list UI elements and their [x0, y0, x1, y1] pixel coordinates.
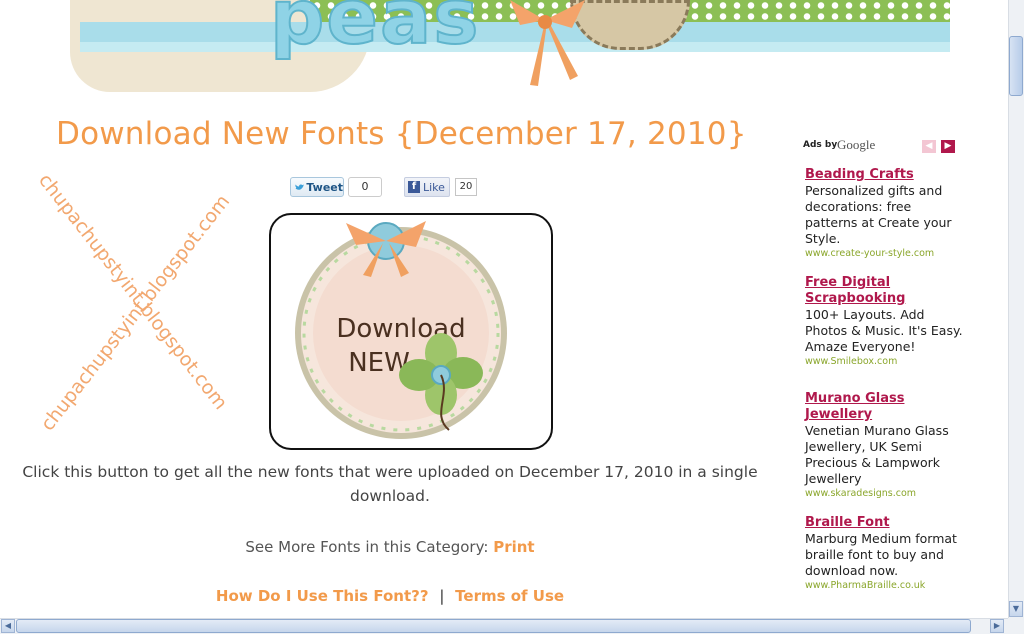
download-new-button[interactable]: Download NEW — [269, 213, 553, 450]
ad-title-link[interactable]: Free Digital Scrapbooking — [805, 275, 965, 307]
scroll-right-arrow-icon[interactable]: ▶ — [990, 619, 1004, 633]
ad-description: Marburg Medium format braille font to bu… — [805, 531, 957, 578]
ad-description: 100+ Layouts. Add Photos & Music. It's E… — [805, 307, 963, 354]
ad-item: Braille Font Marburg Medium format brail… — [805, 515, 965, 593]
ad-next-arrow-icon[interactable]: ▶ — [941, 140, 955, 153]
post-title: Download New Fonts {December 17, 2010} — [56, 116, 747, 152]
category-link-print[interactable]: Print — [493, 538, 534, 556]
scroll-left-arrow-icon[interactable]: ◀ — [1, 619, 15, 633]
scroll-down-arrow-icon[interactable]: ▼ — [1009, 601, 1023, 617]
header-banner[interactable]: peas — [70, 0, 950, 95]
like-label: Like — [423, 180, 445, 194]
google-logo[interactable]: Google — [837, 137, 875, 153]
ad-description: Venetian Murano Glass Jewellery, UK Semi… — [805, 423, 949, 486]
vertical-scrollbar-thumb[interactable] — [1009, 36, 1023, 96]
more-fonts-row: See More Fonts in this Category: Print — [20, 538, 760, 556]
ads-by-label[interactable]: Ads by — [803, 140, 837, 150]
banner-bow-icon — [510, 0, 585, 86]
download-badge-graphic: Download NEW — [295, 221, 507, 439]
link-separator: | — [439, 587, 445, 605]
watermark-text-1: chupachupstyint.blogspot.com — [34, 170, 232, 414]
ad-item: Beading Crafts Personalized gifts and de… — [805, 167, 965, 261]
banner-logo-text: peas — [269, 0, 481, 62]
ad-description: Personalized gifts and decorations: free… — [805, 183, 952, 246]
facebook-like-button[interactable]: f Like — [404, 177, 450, 197]
like-count: 20 — [455, 178, 477, 196]
more-fonts-label: See More Fonts in this Category: — [245, 538, 489, 556]
ads-header: Ads by Google ◀ ▶ — [803, 137, 958, 155]
post-body-text: Click this button to get all the new fon… — [22, 463, 758, 505]
ad-prev-arrow-icon[interactable]: ◀ — [922, 140, 936, 153]
how-to-use-font-link[interactable]: How Do I Use This Font?? — [216, 587, 429, 605]
tweet-label: Tweet — [306, 180, 343, 194]
scrollbar-corner — [1008, 618, 1024, 634]
tweet-button[interactable]: Tweet — [290, 177, 344, 197]
horizontal-scrollbar-thumb[interactable] — [16, 619, 971, 633]
ad-title-link[interactable]: Beading Crafts — [805, 167, 965, 183]
ad-title-link[interactable]: Murano Glass Jewellery — [805, 391, 965, 423]
twitter-bird-icon — [295, 183, 304, 190]
ad-url[interactable]: www.PharmaBraille.co.uk — [805, 579, 965, 593]
facebook-icon: f — [408, 181, 420, 193]
ad-url[interactable]: www.skaradesigns.com — [805, 487, 965, 501]
tweet-count: 0 — [348, 177, 382, 197]
ad-item: Free Digital Scrapbooking 100+ Layouts. … — [805, 275, 965, 369]
ad-title-link[interactable]: Braille Font — [805, 515, 965, 531]
ad-item: Murano Glass Jewellery Venetian Murano G… — [805, 391, 965, 501]
blog-watermark: chupachupstyint.blogspot.com chupachupst… — [34, 170, 234, 435]
help-links-row: How Do I Use This Font?? | Terms of Use — [20, 587, 760, 605]
terms-of-use-link[interactable]: Terms of Use — [455, 587, 564, 605]
ad-url[interactable]: www.create-your-style.com — [805, 247, 965, 261]
ad-url[interactable]: www.Smilebox.com — [805, 355, 965, 369]
